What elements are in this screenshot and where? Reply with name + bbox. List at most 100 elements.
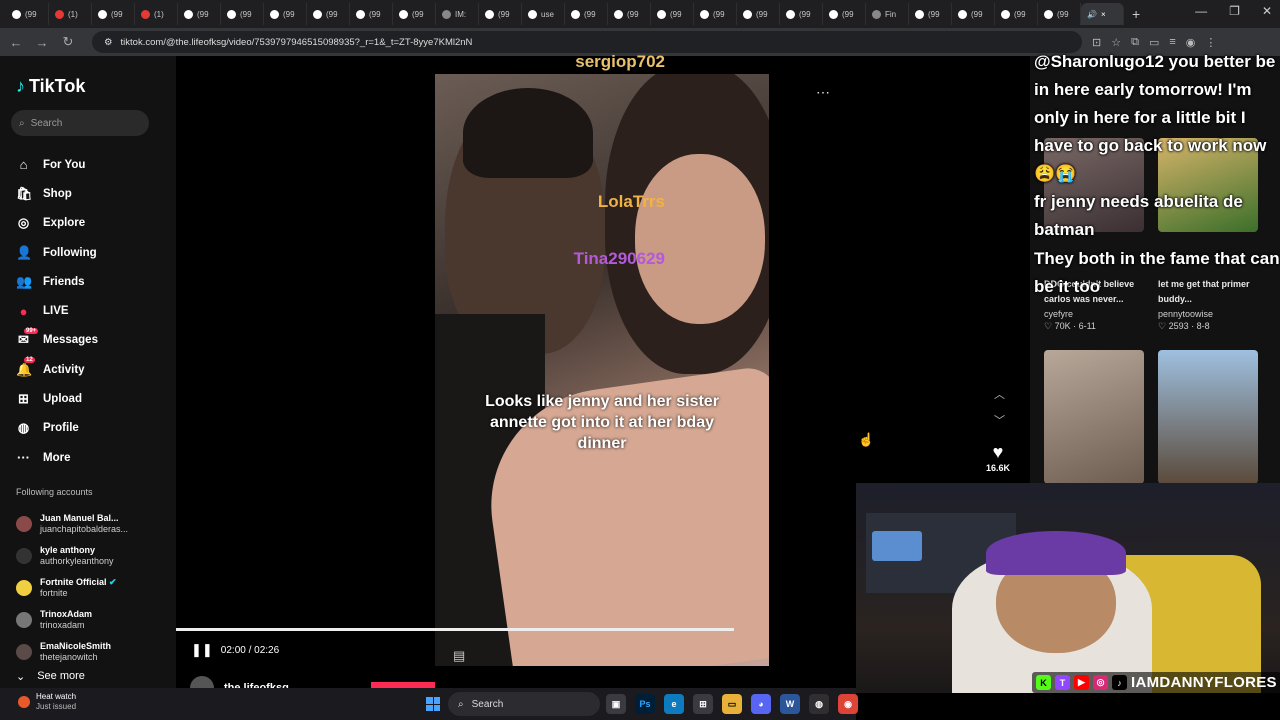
back-icon[interactable]: ← — [8, 35, 24, 50]
previous-video-icon[interactable]: ︿ — [994, 386, 1005, 402]
following-accounts-list: Juan Manuel Bal... juanchapitobalderas...… — [16, 508, 128, 668]
browser-menu-icon[interactable]: ⋮ — [1205, 36, 1216, 49]
sidebar-item-for-you[interactable]: ⌂ For You — [16, 150, 98, 179]
tiktok-favicon-icon — [1001, 9, 1010, 19]
captions-icon[interactable]: ▤ — [453, 648, 465, 664]
browser-tab[interactable]: (99 — [1038, 3, 1081, 25]
video-player[interactable]: Looks like jenny and her sister annette … — [176, 56, 856, 688]
tiktok-favicon-icon — [657, 9, 666, 19]
media-icon[interactable]: ≡ — [1169, 36, 1175, 48]
live-icon: ● — [19, 303, 28, 319]
sidebar-item-following[interactable]: 👤 Following — [16, 238, 98, 267]
tiktok-favicon-icon — [829, 9, 838, 19]
browser-tab[interactable]: (99 — [608, 3, 651, 25]
related-thumbnail[interactable] — [1044, 350, 1144, 484]
search-input[interactable]: ⌕ Search — [11, 110, 149, 136]
sidebar-icon[interactable]: ▭ — [1149, 36, 1159, 49]
activity-icon: 🔔 — [16, 361, 33, 377]
sidebar-item-more[interactable]: ··· More — [16, 443, 98, 472]
following-account[interactable]: Fortnite Official ✔ fortnite — [16, 572, 128, 604]
bookmark-star-icon[interactable]: ☆ — [1111, 36, 1121, 49]
avatar — [16, 644, 32, 660]
obs-icon[interactable]: ◍ — [809, 694, 829, 714]
like-button[interactable]: ♥ 16.6K — [986, 442, 1010, 473]
messages-icon: ✉ — [18, 332, 29, 348]
browser-tab[interactable]: (99 — [350, 3, 393, 25]
video-progress-bar[interactable] — [176, 628, 734, 631]
browser-tab[interactable]: (1) — [135, 3, 178, 25]
video-frame[interactable]: Looks like jenny and her sister annette … — [435, 74, 769, 666]
chevron-down-icon: ⌄ — [16, 671, 26, 683]
browser-tab[interactable]: (99 — [221, 3, 264, 25]
file-explorer-icon[interactable]: ▭ — [722, 694, 742, 714]
windows-start-icon[interactable] — [426, 697, 440, 711]
minimize-icon[interactable]: — — [1195, 4, 1207, 18]
browser-tab[interactable]: (99 — [823, 3, 866, 25]
browser-tab[interactable]: (1) — [49, 3, 92, 25]
edge-icon[interactable]: e — [664, 694, 684, 714]
sidebar-item-profile[interactable]: ◍ Profile — [16, 414, 98, 443]
sidebar-item-activity[interactable]: 🔔 12 Activity — [16, 355, 98, 384]
tab-close-icon[interactable]: × — [1101, 10, 1106, 19]
next-video-icon[interactable]: ﹀ — [994, 412, 1005, 428]
see-more-button[interactable]: ⌄ See more — [16, 670, 85, 683]
following-icon: 👤 — [16, 244, 33, 260]
weather-widget[interactable]: Heat watch Just issued — [18, 692, 76, 712]
maximize-icon[interactable]: ❐ — [1229, 4, 1240, 18]
browser-tab[interactable]: (99 — [737, 3, 780, 25]
close-icon[interactable]: ✕ — [1262, 4, 1272, 18]
tiktok-favicon-icon — [184, 9, 193, 19]
profile-avatar-icon[interactable]: ◉ — [1186, 36, 1196, 49]
task-view-icon[interactable]: ▣ — [606, 694, 626, 714]
taskbar-search[interactable]: ⌕ Search — [448, 692, 600, 716]
photoshop-icon[interactable]: Ps — [635, 694, 655, 714]
site-info-icon[interactable]: ⚙ — [104, 37, 113, 48]
friends-icon: 👥 — [16, 273, 33, 289]
sidebar-item-upload[interactable]: ⊞ Upload — [16, 384, 98, 413]
browser-tab[interactable]: (99 — [393, 3, 436, 25]
browser-tab[interactable]: (99 — [178, 3, 221, 25]
browser-tab[interactable]: Fin — [866, 3, 909, 25]
browser-tab[interactable]: (99 — [952, 3, 995, 25]
browser-tab[interactable]: (99 — [307, 3, 350, 25]
browser-tab[interactable]: (99 — [6, 3, 49, 25]
word-icon[interactable]: W — [780, 694, 800, 714]
browser-tab[interactable]: use — [522, 3, 565, 25]
new-tab-button[interactable]: + — [1132, 6, 1140, 22]
sidebar-item-friends[interactable]: 👥 Friends — [16, 267, 98, 296]
video-more-options-icon[interactable]: ⋯ — [816, 84, 830, 101]
active-browser-tab[interactable]: 🔊 × — [1081, 3, 1124, 25]
install-icon[interactable]: ⊡ — [1092, 36, 1101, 49]
browser-tab[interactable]: (99 — [780, 3, 823, 25]
browser-tab[interactable]: (99 — [909, 3, 952, 25]
tiktok-logo[interactable]: ♪ TikTok — [16, 76, 85, 97]
sidebar-item-live[interactable]: ● LIVE — [16, 296, 98, 325]
chrome-icon[interactable]: ◉ — [838, 694, 858, 714]
browser-tab[interactable]: IM: — [436, 3, 479, 25]
extensions-icon[interactable]: ⧉ — [1131, 36, 1139, 49]
store-icon[interactable]: ⊞ — [693, 694, 713, 714]
tiktok-favicon-icon — [485, 9, 494, 19]
following-account[interactable]: TrinoxAdam trinoxadam — [16, 604, 128, 636]
pause-icon[interactable]: ❚❚ — [191, 642, 213, 658]
browser-tab[interactable]: (99 — [92, 3, 135, 25]
tiktok-icon: ♪ — [1112, 675, 1127, 690]
reload-icon[interactable]: ↻ — [60, 34, 76, 50]
sidebar-item-messages[interactable]: ✉ 99+ Messages — [16, 326, 98, 355]
tiktok-favicon-icon — [743, 9, 752, 19]
browser-tab[interactable]: (99 — [651, 3, 694, 25]
browser-tab[interactable]: (99 — [264, 3, 307, 25]
related-thumbnail[interactable] — [1158, 350, 1258, 484]
following-account[interactable]: kyle anthony authorkyleanthony — [16, 540, 128, 572]
browser-tab[interactable]: (99 — [479, 3, 522, 25]
following-account[interactable]: Juan Manuel Bal... juanchapitobalderas... — [16, 508, 128, 540]
sidebar-item-shop[interactable]: 🛍 Shop — [16, 179, 98, 208]
avatar — [16, 516, 32, 532]
browser-tab[interactable]: (99 — [995, 3, 1038, 25]
browser-tab[interactable]: (99 — [694, 3, 737, 25]
sidebar-item-explore[interactable]: ◎ Explore — [16, 209, 98, 238]
browser-tab[interactable]: (99 — [565, 3, 608, 25]
forward-icon[interactable]: → — [34, 35, 50, 50]
discord-icon[interactable]: ◕ — [751, 694, 771, 714]
following-account[interactable]: EmaNicoleSmith thetejanowitch — [16, 636, 128, 668]
